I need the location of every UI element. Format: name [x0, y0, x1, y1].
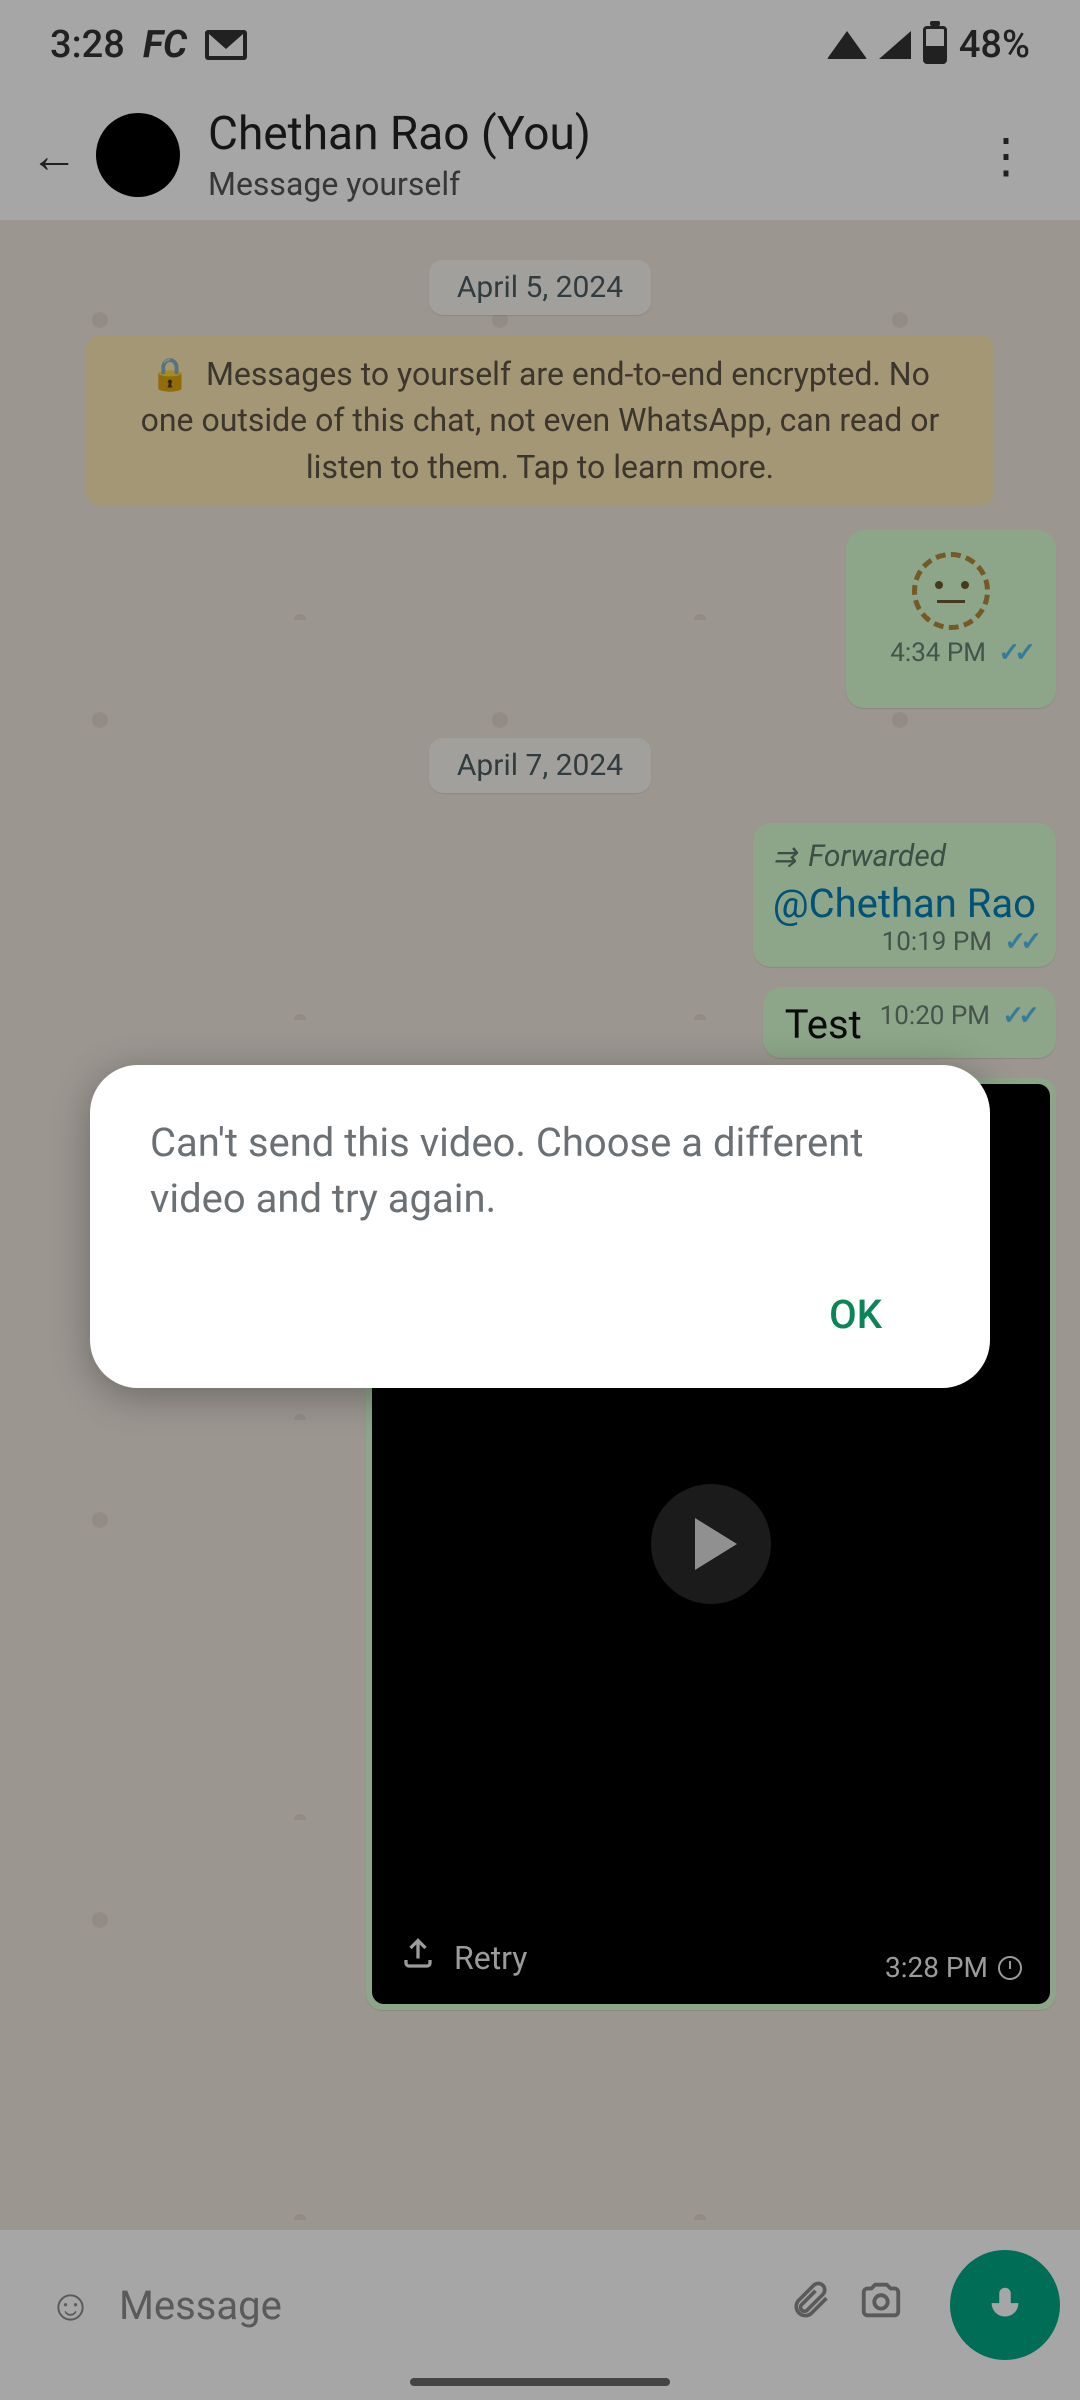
dialog-ok-button[interactable]: OK — [781, 1277, 930, 1352]
error-dialog: Can't send this video. Choose a differen… — [90, 1065, 990, 1388]
dialog-message: Can't send this video. Choose a differen… — [150, 1115, 930, 1227]
nav-handle[interactable] — [410, 2378, 670, 2386]
